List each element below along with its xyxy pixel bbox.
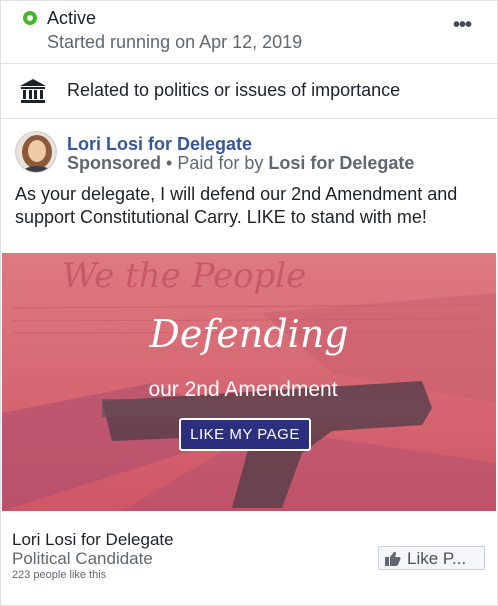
thumbs-up-icon <box>385 551 401 566</box>
footer-like-count: 223 people like this <box>12 569 107 581</box>
like-button-label: Like P... <box>407 549 467 568</box>
paid-for-name[interactable]: Losi for Delegate <box>268 153 414 173</box>
active-status-icon <box>23 11 37 25</box>
creative-title: Defending <box>149 312 349 356</box>
footer-page-category: Political Candidate <box>12 549 153 568</box>
politics-label: Related to politics or issues of importa… <box>67 80 401 100</box>
like-page-button[interactable]: Like P... <box>378 546 485 570</box>
bank-icon <box>20 79 46 103</box>
sponsored-label: Sponsored <box>67 153 162 173</box>
page-name-link[interactable]: Lori Losi for Delegate <box>67 134 252 155</box>
status-row: Active Started running on Apr 12, 2019 •… <box>1 1 497 64</box>
avatar[interactable] <box>15 131 57 173</box>
like-my-page-button[interactable]: LIKE MY PAGE <box>179 418 311 451</box>
paid-for-prefix: • Paid for by <box>161 153 269 173</box>
footer-page-name[interactable]: Lori Losi for Delegate <box>12 530 174 550</box>
sponsor-line: Sponsored • Paid for by Losi for Delegat… <box>67 153 414 174</box>
started-running-text: Started running on Apr 12, 2019 <box>47 32 303 52</box>
creative-subtitle: our 2nd Amendment <box>148 378 338 401</box>
status-label: Active <box>47 8 97 28</box>
politics-disclaimer-row: Related to politics or issues of importa… <box>1 64 497 119</box>
svg-text:We the People: We the People <box>62 256 306 296</box>
ad-header: Lori Losi for Delegate Sponsored • Paid … <box>1 119 497 179</box>
ad-body-text: As your delegate, I will defend our 2nd … <box>15 184 458 227</box>
more-options-icon[interactable]: ••• <box>453 15 472 35</box>
